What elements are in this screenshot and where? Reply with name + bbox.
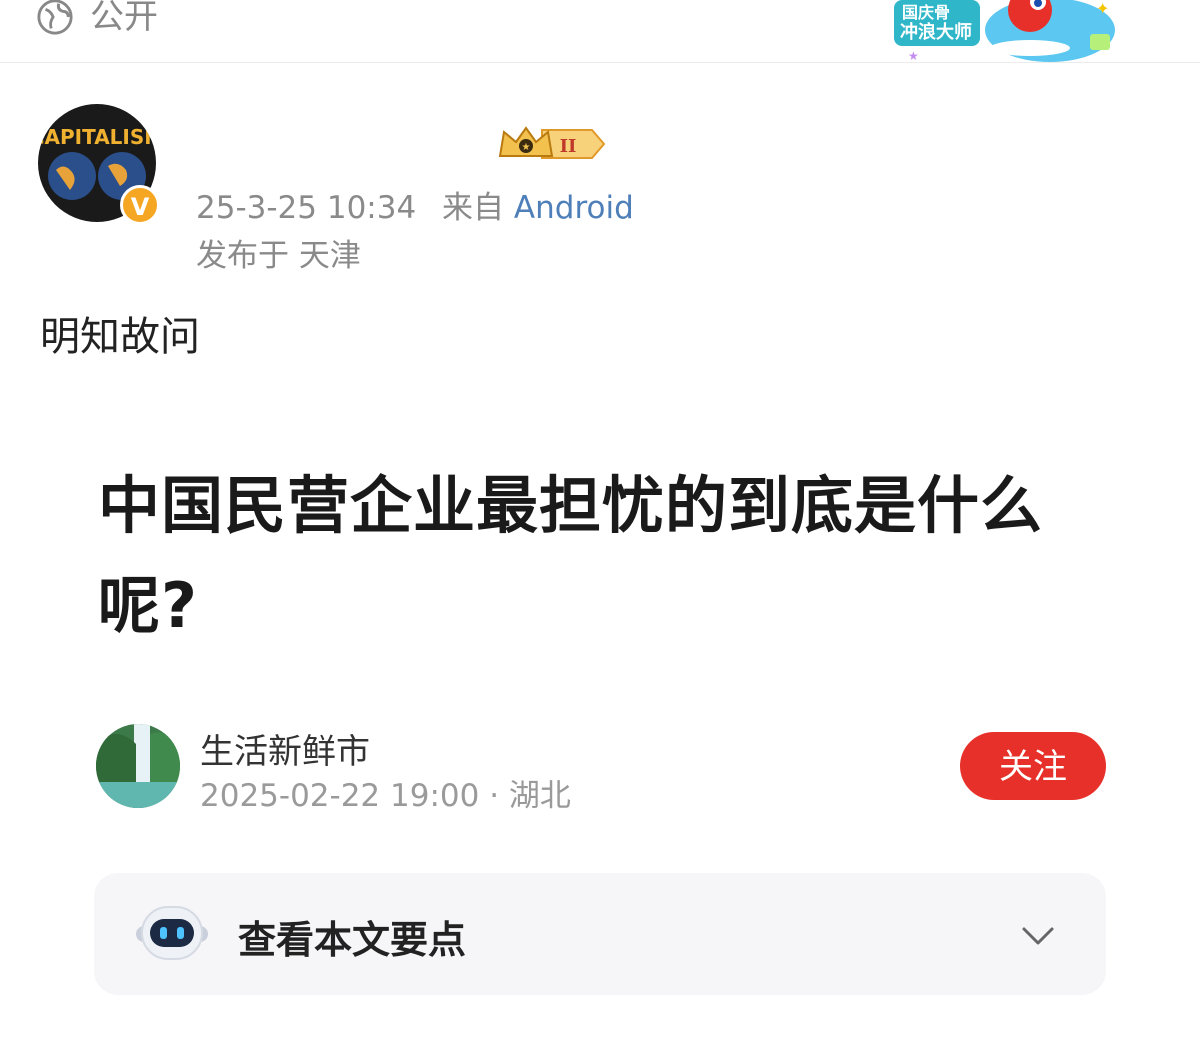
surfing-master-badge-icon: 国庆骨 冲浪大师 ✦ ★ [894, 0, 1115, 63]
author-meta: 2025-02-22 19:00 · 湖北 [200, 778, 571, 814]
svg-text:★: ★ [522, 142, 531, 153]
crown-badge-icon[interactable]: ★ II [496, 122, 606, 166]
post-text: 明知故问 [40, 314, 200, 360]
article-headline[interactable]: 中国民营企业最担忧的到底是什么呢? [98, 456, 1078, 656]
post-meta: 25-3-25 10:34 来自 Android [196, 182, 634, 227]
badge-text-1: 国庆骨 [902, 3, 950, 22]
svg-text:✦: ✦ [1096, 0, 1109, 18]
top-bar: 公开 国庆骨 冲浪大师 ✦ ★ [0, 0, 1200, 63]
post-time: 25-3-25 10:34 [196, 190, 417, 226]
globe-icon [37, 0, 73, 35]
visibility-label[interactable]: 公开 [90, 0, 158, 42]
svg-text:★: ★ [908, 49, 919, 63]
level-badge-text: II [560, 136, 577, 157]
post-location: 发布于 天津 [196, 238, 361, 274]
verified-icon: V [120, 185, 160, 225]
chevron-down-icon[interactable] [1020, 917, 1056, 953]
robot-icon [136, 906, 208, 960]
author-avatar[interactable] [96, 724, 180, 808]
follow-button[interactable]: 关注 [960, 732, 1106, 800]
summary-label: 查看本文要点 [238, 918, 467, 962]
badge-text-2: 冲浪大师 [900, 21, 972, 43]
source-prefix: 来自 [442, 190, 505, 226]
summary-panel[interactable]: 查看本文要点 [94, 873, 1106, 995]
avatar-text: CAPITALISM [38, 125, 156, 149]
author-name[interactable]: 生活新鲜市 [200, 724, 370, 773]
source-client-link[interactable]: Android [514, 190, 634, 226]
author-avatar-image [96, 724, 180, 808]
